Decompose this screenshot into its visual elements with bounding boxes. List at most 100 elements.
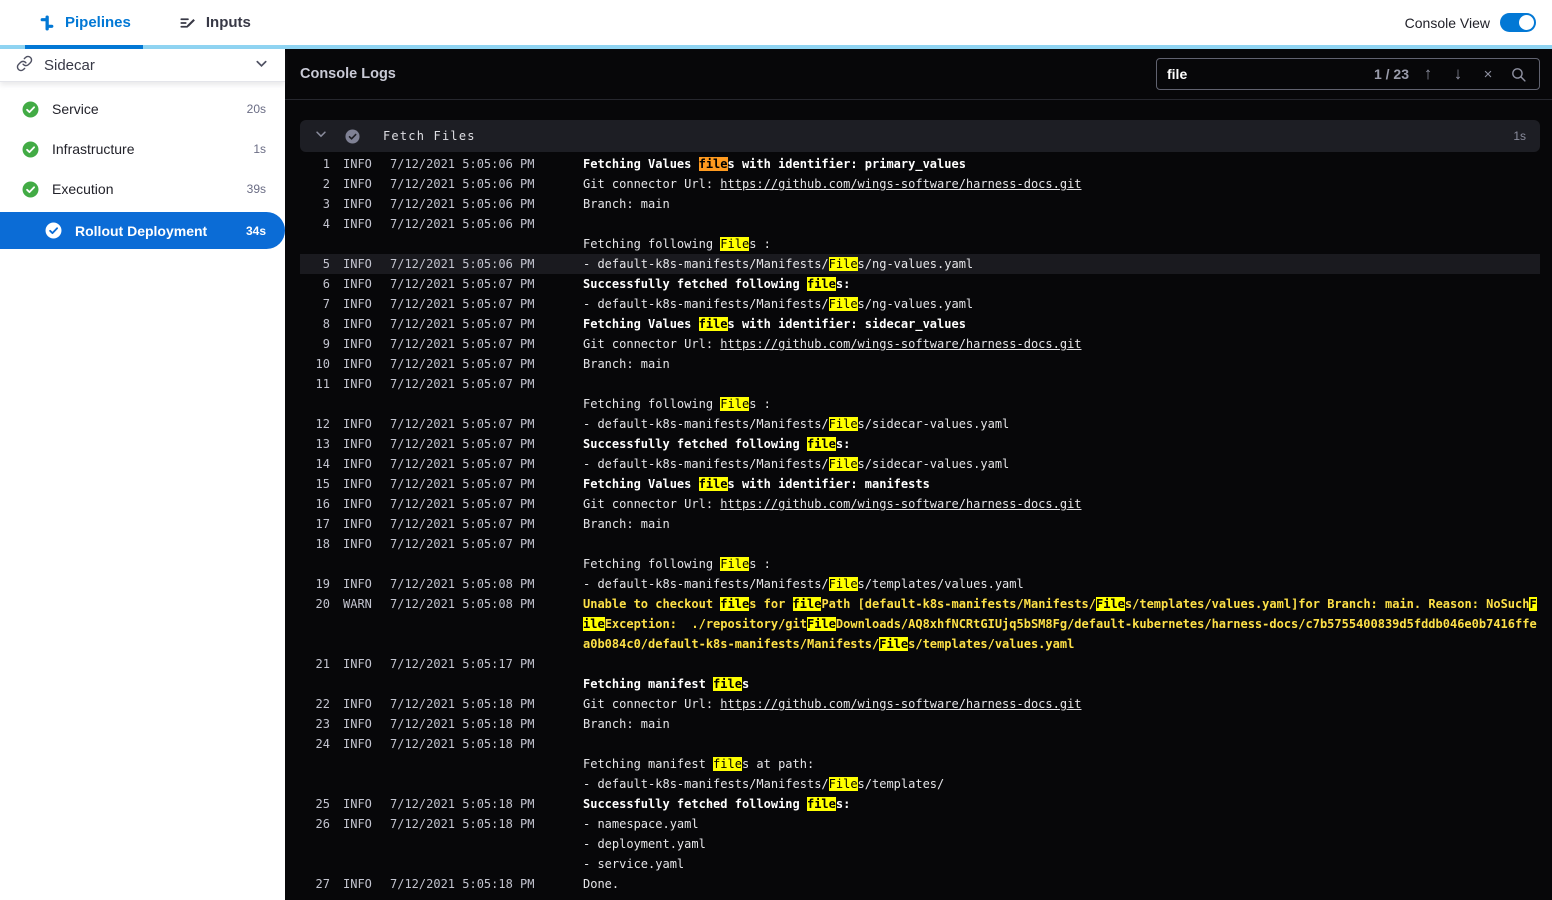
log-level: INFO xyxy=(343,317,372,331)
log-level: WARN xyxy=(343,597,372,611)
log-line-number: 15 xyxy=(315,477,330,491)
log-message: Fetching following Files : xyxy=(583,397,771,411)
log-row: 27 INFO 7/12/2021 5:05:18 PM Done. xyxy=(300,874,1540,894)
log-row: 14 INFO 7/12/2021 5:05:07 PM - default-k8s-… xyxy=(300,454,1540,474)
log-row: 16 INFO 7/12/2021 5:05:07 PM Git connector … xyxy=(300,494,1540,514)
log-timestamp: 7/12/2021 5:05:07 PM xyxy=(390,497,535,511)
console-panel: Console Logs 1 / 23 ↑ ↓ × Fetch xyxy=(285,49,1552,900)
tab-pipelines[interactable]: Pipelines xyxy=(38,14,131,32)
log-message: Fetching Values files with identifier: s… xyxy=(583,317,966,331)
log-row: 1 INFO 7/12/2021 5:05:06 PM Fetching Values… xyxy=(300,154,1540,174)
log-line-number: 10 xyxy=(315,357,330,371)
log-timestamp: 7/12/2021 5:05:07 PM xyxy=(390,297,535,311)
log-line-number: 16 xyxy=(315,497,330,511)
search-match: file xyxy=(806,797,836,811)
log-row: 25 INFO 7/12/2021 5:05:18 PM Successfully f… xyxy=(300,794,1540,814)
collapse-chevron-icon[interactable] xyxy=(314,127,328,146)
log-timestamp: 7/12/2021 5:05:18 PM xyxy=(390,717,535,731)
log-message: Successfully fetched following files: xyxy=(583,797,851,811)
log-row: 26 INFO 7/12/2021 5:05:18 PM - namespace.ya… xyxy=(300,814,1540,834)
search-icon[interactable] xyxy=(1503,60,1533,88)
log-timestamp: 7/12/2021 5:05:07 PM xyxy=(390,357,535,371)
log-level: INFO xyxy=(343,337,372,351)
log-row: 23 INFO 7/12/2021 5:05:18 PM Branch: main xyxy=(300,714,1540,734)
log-message: Fetching Values files with identifier: p… xyxy=(583,157,966,171)
log-area: Fetch Files 1s 1 INFO 7/12/2021 5:05:06 PM… xyxy=(285,100,1552,894)
log-line-number: 23 xyxy=(315,717,330,731)
toggle-knob xyxy=(1519,15,1534,30)
log-link[interactable]: https://github.com/wings-software/harnes… xyxy=(720,497,1081,511)
log-timestamp: 7/12/2021 5:05:06 PM xyxy=(390,197,535,211)
sidebar-step-execution[interactable]: Execution 39s xyxy=(0,169,285,209)
log-level: INFO xyxy=(343,457,372,471)
log-line-number: 5 xyxy=(322,257,330,271)
log-timestamp: 7/12/2021 5:05:18 PM xyxy=(390,877,535,891)
log-timestamp: 7/12/2021 5:05:18 PM xyxy=(390,697,535,711)
log-link[interactable]: https://github.com/wings-software/harnes… xyxy=(720,177,1081,191)
step-label: Rollout Deployment xyxy=(75,222,208,239)
log-row: Fetching following Files : xyxy=(300,394,1540,414)
log-row: 8 INFO 7/12/2021 5:05:07 PM Fetching Values… xyxy=(300,314,1540,334)
search-input[interactable] xyxy=(1167,66,1374,82)
execution-sidebar: Sidecar Service 20s Infrastructure 1s Execut… xyxy=(0,49,285,900)
log-message: - default-k8s-manifests/Manifests/Files/… xyxy=(583,577,1024,591)
log-row: 2 INFO 7/12/2021 5:05:06 PM Git connector U… xyxy=(300,174,1540,194)
log-row: 3 INFO 7/12/2021 5:05:06 PM Branch: main xyxy=(300,194,1540,214)
log-message: Fetching following Files : xyxy=(583,557,771,571)
log-level: INFO xyxy=(343,177,372,191)
search-match: File xyxy=(1096,597,1125,611)
log-level: INFO xyxy=(343,797,372,811)
log-section-header[interactable]: Fetch Files 1s xyxy=(300,120,1540,152)
sidebar-step-infrastructure[interactable]: Infrastructure 1s xyxy=(0,129,285,169)
log-message: Fetching manifest files at path: xyxy=(583,757,815,771)
log-line-number: 2 xyxy=(322,177,330,191)
previous-match-button[interactable]: ↑ xyxy=(1413,60,1443,88)
log-level: INFO xyxy=(343,477,372,491)
chevron-down-icon[interactable] xyxy=(254,56,269,75)
log-line-number: 11 xyxy=(315,377,330,391)
search-match-counter: 1 / 23 xyxy=(1373,66,1409,82)
stage-label: Sidecar xyxy=(44,56,95,74)
stage-header-sidecar[interactable]: Sidecar xyxy=(0,49,285,82)
log-message: Git connector Url: https://github.com/wi… xyxy=(583,697,1082,711)
log-level: INFO xyxy=(343,737,372,751)
log-message: Unable to checkout files for filePath [d… xyxy=(583,597,1537,651)
console-title: Console Logs xyxy=(300,66,396,82)
tab-inputs-label: Inputs xyxy=(205,14,251,31)
log-row: 12 INFO 7/12/2021 5:05:07 PM - default-k8s-… xyxy=(300,414,1540,434)
search-match: File xyxy=(828,417,858,431)
log-message: Git connector Url: https://github.com/wi… xyxy=(583,177,1082,191)
log-level: INFO xyxy=(343,697,372,711)
log-message: Successfully fetched following files: xyxy=(583,277,851,291)
log-row: 13 INFO 7/12/2021 5:05:07 PM Successfully f… xyxy=(300,434,1540,454)
log-row: 10 INFO 7/12/2021 5:05:07 PM Branch: main xyxy=(300,354,1540,374)
console-view-toggle[interactable] xyxy=(1500,13,1536,32)
next-match-button[interactable]: ↓ xyxy=(1443,60,1473,88)
log-message: Git connector Url: https://github.com/wi… xyxy=(583,497,1082,511)
log-timestamp: 7/12/2021 5:05:06 PM xyxy=(390,177,535,191)
tab-pipelines-label: Pipelines xyxy=(65,14,131,31)
log-row: 11 INFO 7/12/2021 5:05:07 PM xyxy=(300,374,1540,394)
log-row: 20 WARN 7/12/2021 5:05:08 PM Unable to chec… xyxy=(300,594,1540,654)
check-circle-icon xyxy=(22,101,39,118)
check-circle-icon xyxy=(22,141,39,158)
log-message: - default-k8s-manifests/Manifests/Files/… xyxy=(583,417,1010,431)
log-link[interactable]: https://github.com/wings-software/harnes… xyxy=(720,337,1081,351)
search-match: file xyxy=(698,477,728,491)
log-row: 18 INFO 7/12/2021 5:05:07 PM xyxy=(300,534,1540,554)
search-match: File xyxy=(828,777,858,791)
log-timestamp: 7/12/2021 5:05:06 PM xyxy=(390,157,535,171)
log-line-number: 26 xyxy=(315,817,330,831)
log-section-duration: 1s xyxy=(1513,129,1526,143)
check-circle-icon xyxy=(45,222,62,239)
sidebar-step-service[interactable]: Service 20s xyxy=(0,89,285,129)
clear-search-button[interactable]: × xyxy=(1473,60,1503,88)
log-row: - default-k8s-manifests/Manifests/Files/… xyxy=(300,774,1540,794)
tab-inputs[interactable]: Inputs xyxy=(179,14,251,32)
log-line-number: 1 xyxy=(322,157,330,171)
log-link[interactable]: https://github.com/wings-software/harnes… xyxy=(720,697,1081,711)
log-line-number: 4 xyxy=(322,217,330,231)
log-timestamp: 7/12/2021 5:05:18 PM xyxy=(390,737,535,751)
step-label: Infrastructure xyxy=(52,141,135,157)
sidebar-step-rollout-deployment[interactable]: Rollout Deployment 34s xyxy=(0,212,285,249)
